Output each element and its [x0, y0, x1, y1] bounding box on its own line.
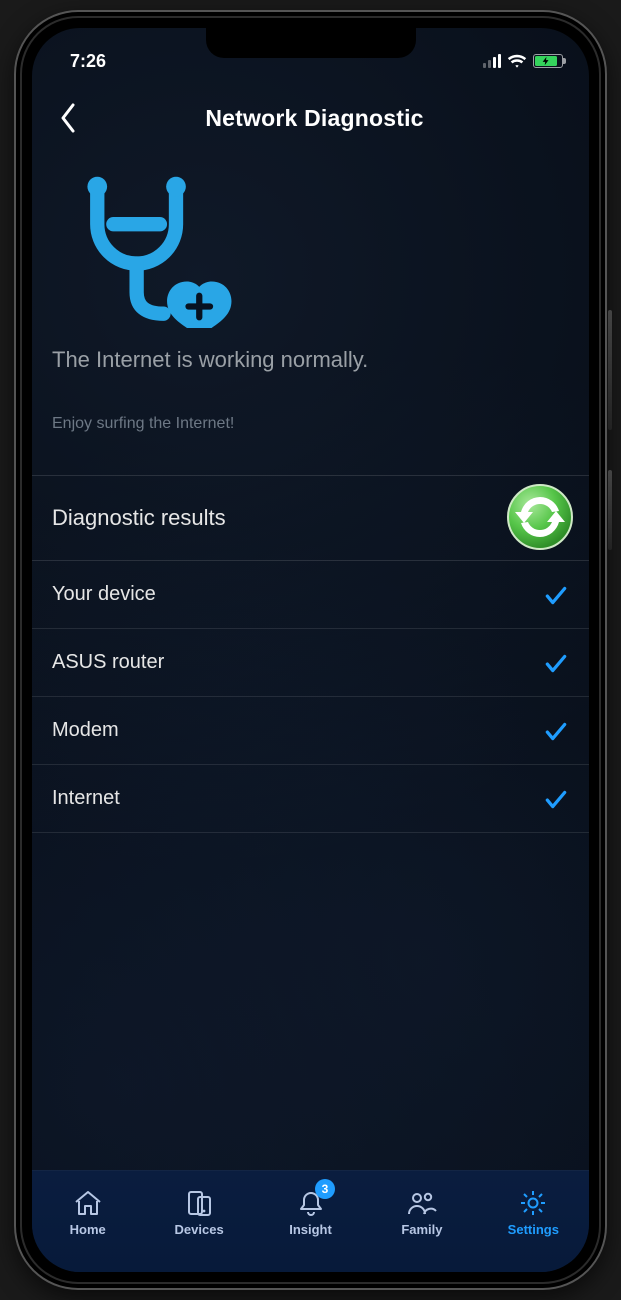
network-status-subtext: Enjoy surfing the Internet!	[52, 415, 569, 433]
tab-settings[interactable]: Settings	[478, 1171, 589, 1254]
phone-frame: 7:26	[14, 10, 607, 1290]
tab-family[interactable]: Family	[366, 1171, 477, 1254]
tab-home[interactable]: Home	[32, 1171, 143, 1254]
result-label: ASUS router	[52, 651, 164, 674]
refresh-button[interactable]	[505, 482, 575, 552]
page-header: Network Diagnostic	[32, 84, 589, 152]
result-label: Modem	[52, 719, 119, 742]
network-status-text: The Internet is working normally.	[52, 347, 569, 373]
gear-icon	[517, 1188, 549, 1218]
check-icon	[543, 582, 569, 608]
physical-side-button	[608, 470, 612, 550]
result-row: Internet	[32, 765, 589, 833]
results-heading-row: Diagnostic results	[32, 475, 589, 561]
status-icons	[483, 53, 563, 69]
tab-label: Insight	[289, 1222, 332, 1237]
status-time: 7:26	[70, 51, 106, 72]
tab-label: Settings	[508, 1222, 559, 1237]
check-icon	[543, 650, 569, 676]
page-title: Network Diagnostic	[56, 105, 573, 132]
insight-badge: 3	[315, 1179, 335, 1199]
cellular-signal-icon	[483, 54, 501, 68]
home-icon	[72, 1188, 104, 1218]
battery-icon	[533, 54, 563, 68]
notch	[206, 28, 416, 58]
tab-devices[interactable]: Devices	[143, 1171, 254, 1254]
tab-bar: Home Devices 3 Insight	[32, 1170, 589, 1272]
result-row: ASUS router	[32, 629, 589, 697]
family-icon	[406, 1188, 438, 1218]
tab-label: Home	[70, 1222, 106, 1237]
stethoscope-heart-icon	[52, 158, 232, 328]
refresh-icon	[505, 482, 575, 552]
check-icon	[543, 786, 569, 812]
result-row: Your device	[32, 561, 589, 629]
tab-insight[interactable]: 3 Insight	[255, 1171, 366, 1254]
wifi-icon	[507, 53, 527, 69]
hero: The Internet is working normally. Enjoy …	[32, 152, 589, 433]
diagnostic-results: Diagnostic results	[32, 475, 589, 833]
result-label: Your device	[52, 583, 156, 606]
physical-side-button	[608, 310, 612, 430]
devices-icon	[183, 1188, 215, 1218]
result-label: Internet	[52, 787, 120, 810]
results-heading: Diagnostic results	[52, 505, 226, 531]
tab-label: Devices	[175, 1222, 224, 1237]
tab-label: Family	[401, 1222, 442, 1237]
result-row: Modem	[32, 697, 589, 765]
check-icon	[543, 718, 569, 744]
screen: 7:26	[32, 28, 589, 1272]
